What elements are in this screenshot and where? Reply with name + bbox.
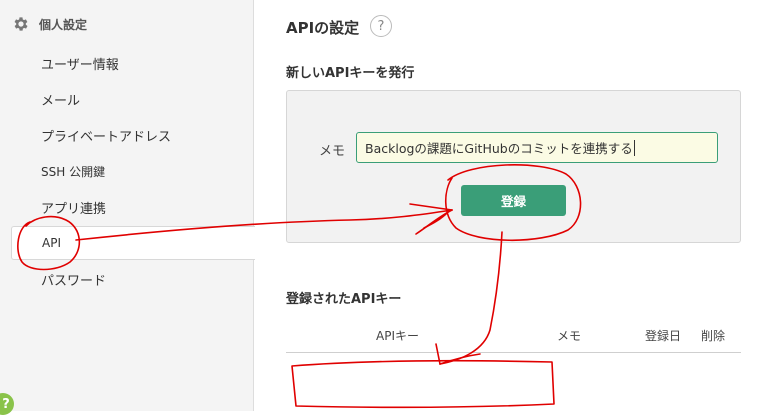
sidebar-item-ssh-key[interactable]: SSH 公開鍵 bbox=[11, 154, 254, 188]
question-icon[interactable]: ? bbox=[370, 15, 392, 37]
column-header-registered-date: 登録日 bbox=[645, 329, 682, 343]
issue-api-key-title: 新しいAPIキーを発行 bbox=[286, 66, 415, 81]
sidebar-item-label: API bbox=[42, 236, 61, 250]
sidebar-item-label: アプリ連携 bbox=[41, 201, 107, 217]
sidebar-item-app-integration[interactable]: アプリ連携 bbox=[11, 190, 254, 224]
sidebar-item-label: プライベートアドレス bbox=[41, 129, 172, 145]
settings-sidebar: 個人設定 ユーザー情報 メール プライベートアドレス SSH 公開鍵 アプリ連携… bbox=[0, 0, 255, 415]
registered-api-keys-title: 登録されたAPIキー bbox=[286, 292, 402, 307]
sidebar-header: 個人設定 bbox=[12, 15, 87, 33]
column-header-delete: 削除 bbox=[701, 329, 726, 343]
memo-label: メモ bbox=[319, 144, 346, 159]
sidebar-item-api[interactable]: API bbox=[11, 226, 255, 260]
register-button[interactable]: 登録 bbox=[461, 185, 566, 216]
issue-api-key-panel: メモ Backlogの課題にGitHubのコミットを連携する 登録 bbox=[286, 90, 741, 243]
sidebar-header-label: 個人設定 bbox=[39, 17, 88, 32]
main-content: APIの設定 ? 新しいAPIキーを発行 メモ Backlogの課題にGitHu… bbox=[254, 0, 758, 411]
table-header-divider bbox=[286, 352, 741, 353]
page-title: APIの設定 bbox=[286, 19, 360, 37]
sidebar-item-user-info[interactable]: ユーザー情報 bbox=[11, 46, 254, 80]
sidebar-item-label: ユーザー情報 bbox=[41, 57, 119, 73]
sidebar-item-private-address[interactable]: プライベートアドレス bbox=[11, 118, 254, 152]
sidebar-item-label: SSH 公開鍵 bbox=[41, 164, 106, 179]
column-header-memo: メモ bbox=[557, 329, 582, 343]
memo-input-value: Backlogの課題にGitHubのコミットを連携する bbox=[365, 141, 633, 156]
sidebar-item-mail[interactable]: メール bbox=[11, 82, 254, 116]
sidebar-item-password[interactable]: パスワード bbox=[11, 262, 254, 296]
sidebar-item-label: メール bbox=[41, 93, 81, 109]
column-header-api-key: APIキー bbox=[376, 329, 419, 343]
sidebar-item-label: パスワード bbox=[41, 273, 107, 289]
text-caret bbox=[633, 139, 635, 156]
help-badge[interactable]: ? bbox=[0, 393, 14, 415]
gear-icon bbox=[14, 17, 28, 31]
memo-input[interactable]: Backlogの課題にGitHubのコミットを連携する bbox=[356, 132, 718, 163]
